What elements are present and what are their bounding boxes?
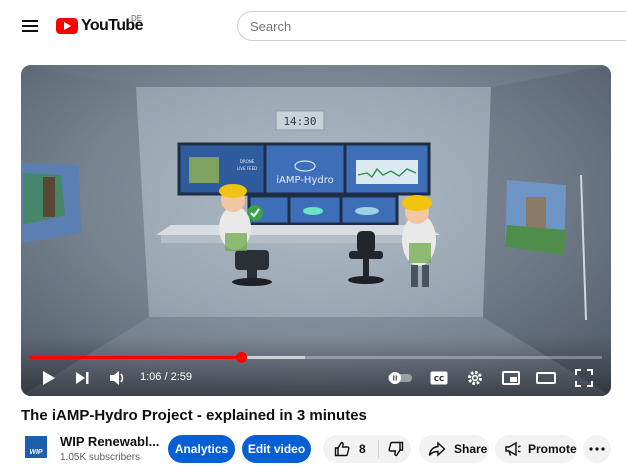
next-button[interactable] (71, 366, 93, 390)
analytics-button[interactable]: Analytics (168, 435, 235, 463)
autoplay-toggle-icon (388, 372, 412, 384)
share-label: Share (454, 442, 488, 456)
thumbs-down-icon (388, 441, 403, 457)
region-code: DE (131, 14, 143, 23)
subtitles-button[interactable]: CC (427, 366, 451, 390)
volume-button[interactable] (106, 366, 130, 390)
like-count: 8 (359, 442, 366, 456)
share-icon (428, 441, 446, 457)
scrubber-handle[interactable] (235, 352, 247, 363)
promote-label: Promote (528, 442, 577, 456)
time-display: 1:06 / 2:59 (140, 371, 192, 383)
video-player[interactable]: 14:30 DRONE LIVE FEED iAMP-Hydro 1:06 / … (21, 65, 611, 396)
autoplay-toggle[interactable] (386, 366, 414, 390)
search-box[interactable] (237, 11, 626, 41)
miniplayer-button[interactable] (499, 366, 523, 390)
channel-name[interactable]: WIP Renewabl... (60, 434, 159, 449)
promote-button[interactable]: Promote (495, 435, 577, 463)
scene-label-livefeed: LIVE FEED (237, 166, 257, 171)
thumbs-up-icon (334, 441, 350, 457)
masthead: YouTube DE (0, 0, 626, 52)
volume-icon (110, 371, 124, 385)
dislike-button[interactable] (379, 435, 404, 463)
miniplayer-icon (502, 371, 520, 385)
theater-mode-button[interactable] (534, 366, 558, 390)
progress-played (30, 356, 241, 359)
progress-bar[interactable] (30, 352, 602, 363)
edit-video-button[interactable]: Edit video (242, 435, 311, 463)
more-actions-button[interactable] (583, 435, 611, 463)
search-input[interactable] (238, 12, 626, 40)
edit-video-button-label: Edit video (247, 442, 306, 456)
subscriber-count: 1.05K subscribers (60, 452, 141, 463)
play-button[interactable] (37, 366, 59, 390)
more-horizontal-icon (589, 447, 605, 451)
video-title: The iAMP-Hydro Project - explained in 3 … (21, 407, 367, 424)
youtube-play-icon (56, 18, 78, 34)
like-button[interactable]: 8 (323, 435, 366, 463)
scene-clock: 14:30 (283, 115, 316, 128)
theater-icon (536, 372, 556, 384)
settings-button[interactable] (463, 366, 487, 390)
analytics-button-label: Analytics (174, 442, 229, 456)
cc-icon: CC (430, 371, 448, 385)
svg-text:CC: CC (434, 375, 444, 383)
fullscreen-icon (575, 369, 593, 387)
scene-label-drone: DRONE (240, 159, 255, 164)
play-icon (43, 371, 55, 385)
next-icon (76, 372, 89, 384)
channel-avatar[interactable]: WIP (25, 436, 47, 458)
gear-icon (468, 371, 482, 385)
channel-avatar-text: WIP (29, 449, 43, 456)
youtube-logo[interactable]: YouTube (56, 16, 143, 36)
like-dislike-group: 8 (323, 435, 411, 463)
fullscreen-button[interactable] (572, 366, 596, 390)
scene-label-brand: iAMP-Hydro (276, 175, 333, 186)
hamburger-menu-icon[interactable] (18, 14, 42, 38)
share-button[interactable]: Share (419, 435, 489, 463)
megaphone-icon (505, 441, 521, 457)
